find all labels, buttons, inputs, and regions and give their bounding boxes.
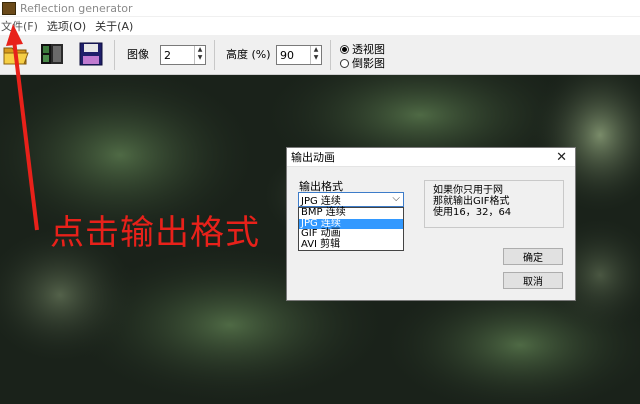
title-bar: Reflection generator: [0, 0, 640, 16]
info-line: 使用16，32，64: [433, 207, 512, 218]
annotation-text: 点击输出格式: [50, 213, 260, 253]
toolbar-separator: [214, 40, 215, 70]
app-icon: [2, 1, 16, 15]
info-box: 如果你只用于网 那就输出GIF格式 使用16，32，64: [424, 180, 564, 228]
toolbar: 图像 2 ▲ ▼ 高度 (%) 90 ▲ ▼ 透视图 倒影图: [0, 36, 640, 75]
radio-inverted-label: 倒影图: [352, 57, 385, 70]
menu-about[interactable]: 关于(A): [95, 18, 133, 34]
stepper-arrows[interactable]: ▲ ▼: [194, 46, 205, 64]
radio-dot[interactable]: [340, 58, 349, 68]
image-value[interactable]: 2: [161, 49, 194, 62]
format-selected-value: JPG 连续: [301, 196, 341, 207]
chevron-down-icon[interactable]: ⌵: [392, 193, 400, 204]
image-label: 图像: [127, 48, 149, 61]
format-dropdown-list: BMP 连续 JPG 连续 GIF 动画 AVI 剪辑: [298, 207, 404, 251]
dialog-title-bar: 输出动画: [287, 148, 575, 167]
image-stepper[interactable]: 2 ▲ ▼: [160, 45, 206, 65]
window-title: Reflection generator: [20, 1, 133, 15]
menu-bar: 文件(F) 选项(O) 关于(A): [0, 17, 640, 35]
radio-inverted[interactable]: 倒影图: [340, 55, 385, 71]
info-line: 那就输出GIF格式: [433, 196, 510, 207]
height-value[interactable]: 90: [277, 49, 310, 62]
info-line: 如果你只用于网: [433, 185, 503, 196]
format-option-bmp[interactable]: BMP 连续: [299, 207, 403, 219]
radio-dot[interactable]: [340, 44, 349, 54]
close-icon[interactable]: ✕: [556, 150, 567, 165]
cancel-button[interactable]: 取消: [503, 272, 563, 289]
output-dialog: 输出动画 ✕ 输出格式 JPG 连续 ⌵ BMP 连续 JPG 连续 GIF 动…: [286, 147, 576, 301]
format-option-gif[interactable]: GIF 动画: [299, 228, 403, 240]
format-option-avi[interactable]: AVI 剪辑: [299, 239, 403, 251]
stepper-arrows[interactable]: ▲ ▼: [310, 46, 321, 64]
dialog-title: 输出动画: [291, 151, 335, 164]
toolbar-separator: [114, 40, 115, 70]
ok-button[interactable]: 确定: [503, 248, 563, 265]
save-disk-icon[interactable]: [77, 41, 105, 67]
height-label: 高度 (%): [226, 48, 271, 61]
toolbar-separator: [330, 40, 331, 70]
height-stepper[interactable]: 90 ▲ ▼: [276, 45, 322, 65]
format-select[interactable]: JPG 连续 ⌵: [298, 192, 404, 207]
